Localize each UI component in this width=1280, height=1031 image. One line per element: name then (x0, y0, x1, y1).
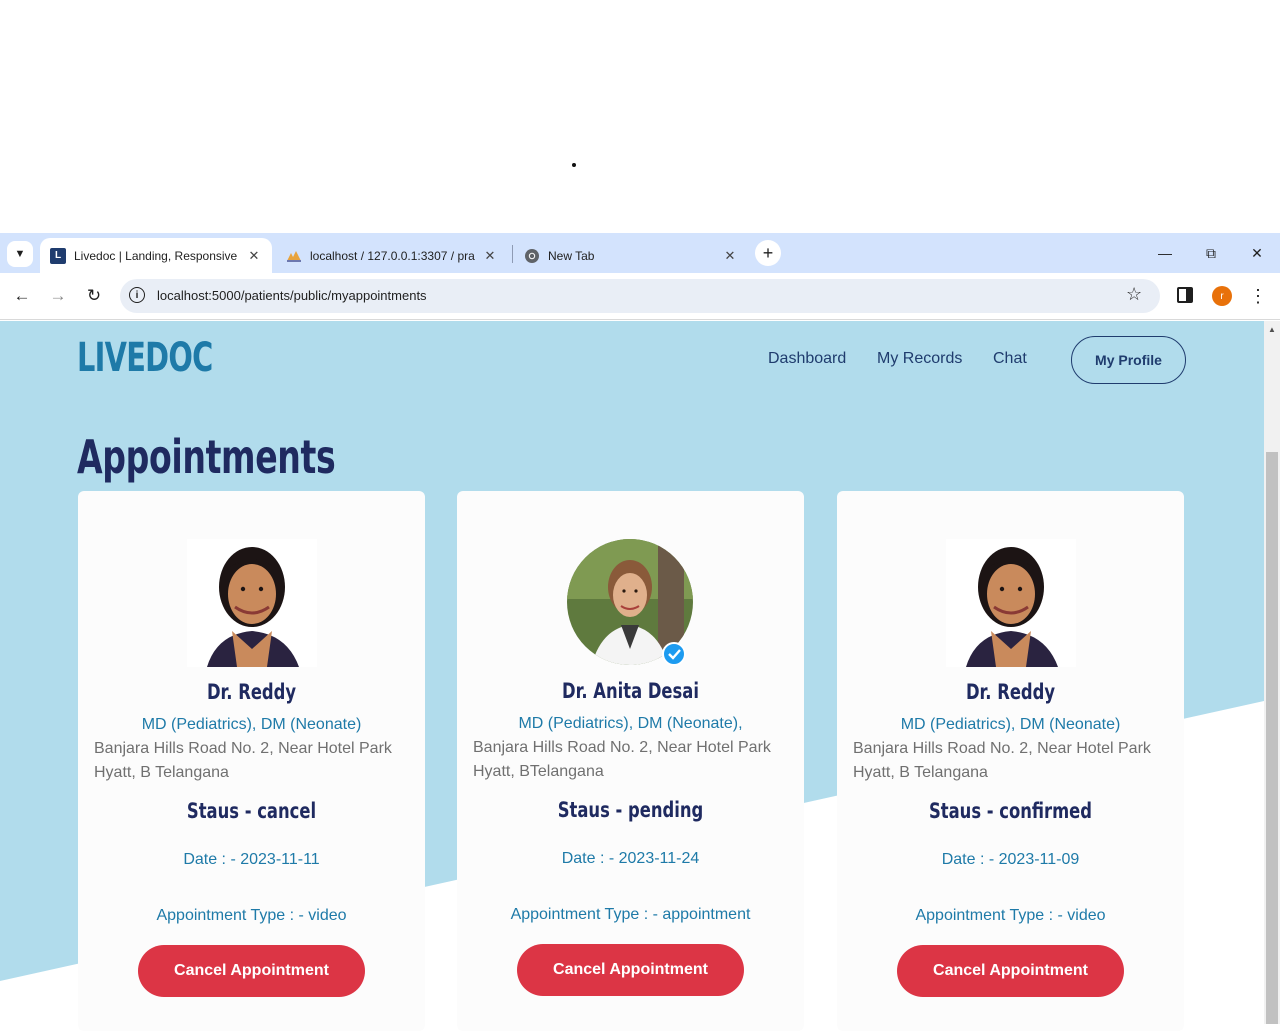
reload-icon[interactable]: ↻ (81, 283, 107, 309)
nav-chat[interactable]: Chat (993, 350, 1027, 368)
desktop-blank-area (0, 0, 1280, 233)
appointment-status: Staus - confirmed (928, 799, 1093, 823)
livedoc-favicon-icon: L (50, 247, 66, 264)
page-title: Appointments (77, 430, 336, 484)
doctor-name: Dr. Reddy (965, 680, 1056, 704)
doctor-qualifications: MD (Pediatrics), DM (Neonate) (141, 716, 362, 733)
tab-search-icon[interactable]: ▼ (7, 241, 33, 267)
doctor-photo (566, 539, 696, 667)
doctor-photo (946, 539, 1076, 667)
site-logo[interactable]: LIVEDOC (77, 335, 213, 381)
appointment-card: Dr. Anita Desai MD (Pediatrics), DM (Neo… (457, 491, 804, 1031)
close-tab-icon[interactable]: ✕ (482, 248, 498, 264)
restore-icon[interactable]: ⧉ (1196, 240, 1226, 266)
doctor-address: Banjara Hills Road No. 2, Near Hotel Par… (853, 740, 1151, 781)
profile-avatar[interactable]: r (1212, 286, 1232, 306)
close-tab-icon[interactable]: ✕ (722, 248, 738, 264)
chrome-icon (524, 248, 540, 264)
doctor-photo (187, 539, 317, 667)
doctor-name: Dr. Anita Desai (562, 679, 699, 703)
tab-title: Livedoc | Landing, Responsive (74, 248, 238, 263)
cancel-appointment-button[interactable]: Cancel Appointment (897, 945, 1124, 997)
scroll-up-arrow-icon[interactable]: ▲ (1264, 321, 1280, 337)
bookmark-star-icon[interactable]: ☆ (1126, 284, 1142, 305)
tab-title: localhost / 127.0.0.1:3307 / pra (310, 248, 475, 263)
tab-phpmyadmin[interactable]: localhost / 127.0.0.1:3307 / pra ✕ (276, 238, 508, 273)
doctor-name: Dr. Reddy (206, 680, 297, 704)
my-profile-button[interactable]: My Profile (1071, 336, 1186, 384)
menu-kebab-icon[interactable]: ⋮ (1249, 283, 1267, 309)
appointment-card: Dr. Reddy MD (Pediatrics), DM (Neonate) … (78, 491, 425, 1031)
appointment-date: Date : - 2023-11-09 (941, 851, 1080, 868)
back-arrow-icon[interactable]: ← (9, 283, 35, 309)
doctor-address: Banjara Hills Road No. 2, Near Hotel Par… (94, 740, 392, 781)
appointment-status: Staus - cancel (186, 799, 317, 823)
appointment-date: Date : - 2023-11-24 (561, 850, 700, 867)
appointment-type: Appointment Type : - video (156, 907, 347, 924)
phpmyadmin-favicon-icon (286, 248, 302, 264)
forward-arrow-icon[interactable]: → (45, 283, 71, 309)
tab-separator (512, 245, 513, 263)
appointment-date: Date : - 2023-11-11 (183, 851, 320, 868)
cancel-appointment-button[interactable]: Cancel Appointment (138, 945, 365, 997)
url-text[interactable]: localhost:5000/patients/public/myappoint… (157, 288, 427, 303)
doctor-qualifications: MD (Pediatrics), DM (Neonate) (900, 716, 1121, 733)
cancel-appointment-button[interactable]: Cancel Appointment (517, 944, 744, 996)
doctor-qualifications: MD (Pediatrics), DM (Neonate), (518, 715, 743, 732)
scrollbar-thumb[interactable] (1266, 452, 1278, 1024)
tab-title: New Tab (548, 248, 595, 263)
tab-livedoc[interactable]: L Livedoc | Landing, Responsive ✕ (40, 238, 272, 273)
new-tab-plus-icon[interactable]: + (755, 240, 781, 266)
nav-my-records[interactable]: My Records (877, 350, 962, 368)
appointment-card: Dr. Reddy MD (Pediatrics), DM (Neonate) … (837, 491, 1184, 1031)
tab-new-tab[interactable]: New Tab ✕ (514, 238, 748, 273)
appointment-type: Appointment Type : - video (915, 907, 1106, 924)
doctor-address: Banjara Hills Road No. 2, Near Hotel Par… (473, 739, 771, 780)
site-info-icon[interactable]: i (129, 287, 145, 303)
window-close-icon[interactable]: ✕ (1242, 240, 1272, 266)
appointment-status: Staus - pending (557, 798, 704, 822)
side-panel-icon[interactable] (1177, 287, 1193, 303)
nav-dashboard[interactable]: Dashboard (768, 350, 846, 368)
minimize-icon[interactable]: — (1150, 240, 1180, 266)
close-tab-icon[interactable]: ✕ (246, 248, 262, 264)
mouse-dot (572, 163, 576, 167)
appointment-type: Appointment Type : - appointment (510, 906, 751, 923)
